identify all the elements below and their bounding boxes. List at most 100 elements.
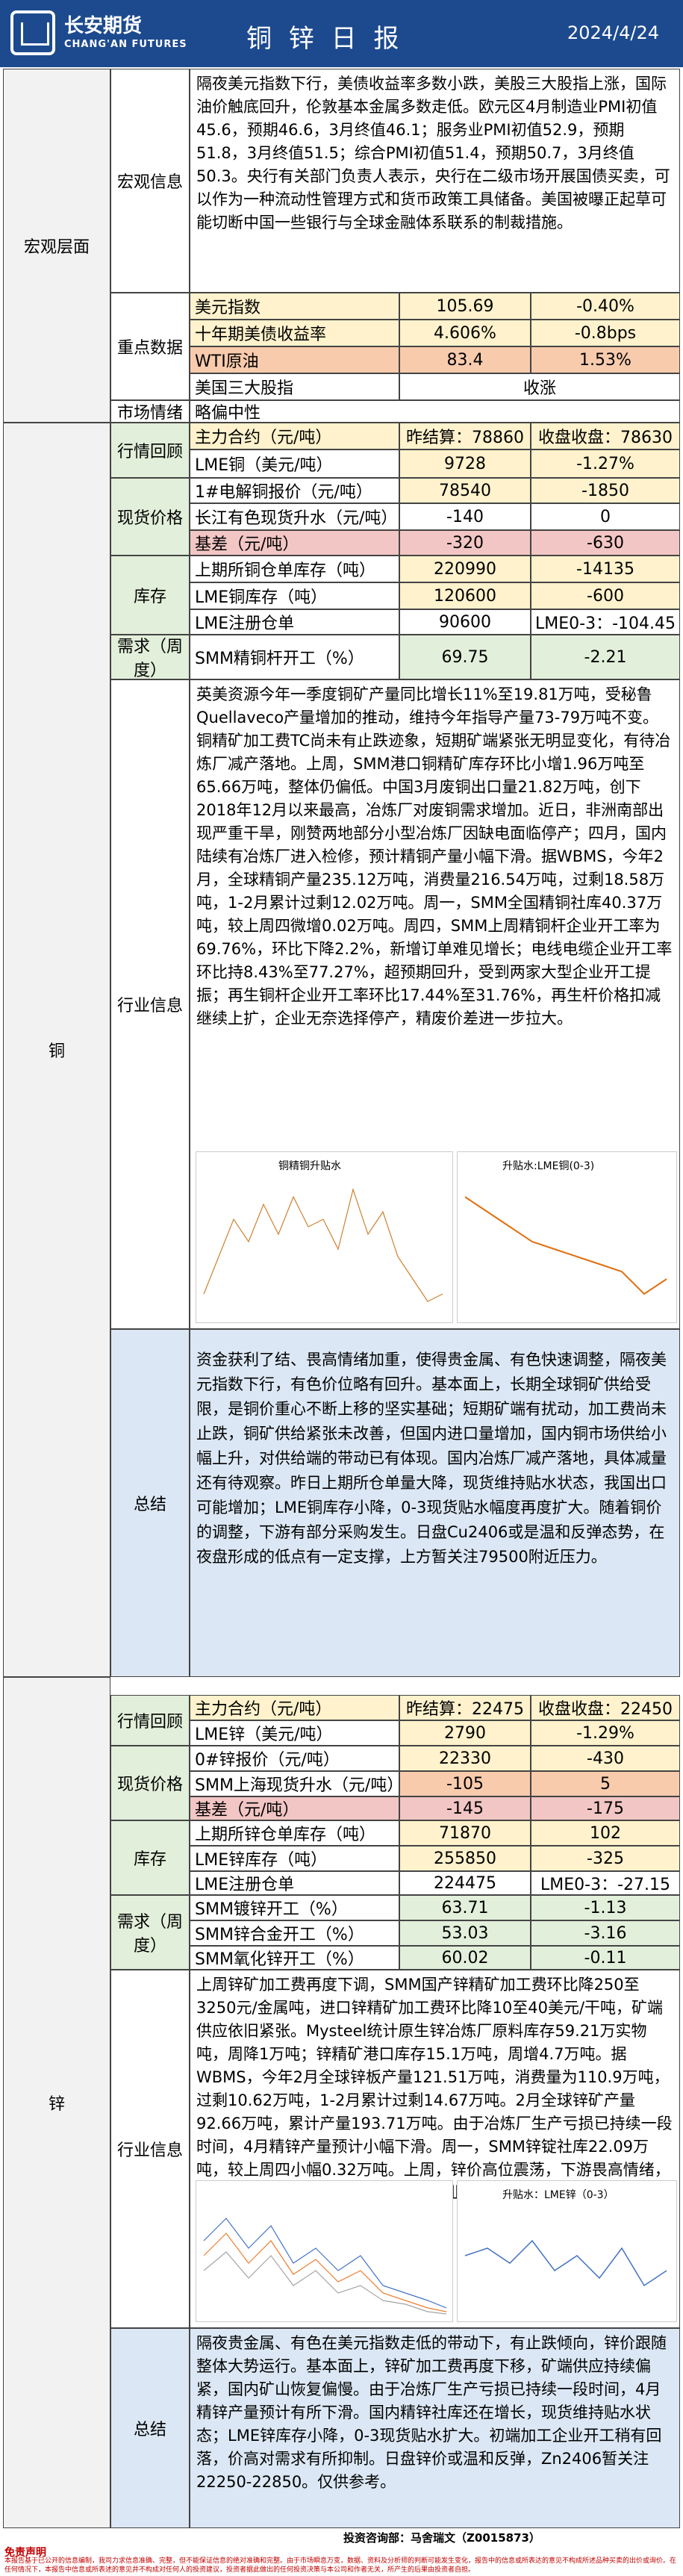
copper-close: 收盘收盘：78630: [531, 423, 680, 449]
zinc-industry-label: 行业信息: [110, 1970, 190, 2328]
zinc-stock-change: -325: [531, 1846, 680, 1871]
copper-chart-right-svg: [464, 1196, 667, 1295]
copper-yesterday-settle: 昨结算：78860: [399, 423, 531, 449]
zinc-demand-name: SMM锌合金开工（%）: [190, 1920, 399, 1946]
page-title: 铜 锌 日 报: [246, 24, 404, 54]
zinc-close: 收盘收盘：22450: [531, 1695, 680, 1720]
zinc-chart-right: 升贴水：LME锌（0-3）: [457, 2180, 677, 2322]
copper-lme-label: LME铜（美元/吨）: [190, 449, 399, 478]
zinc-demand-change: -1.13: [531, 1895, 680, 1920]
zinc-review-label: 行情回顾: [110, 1695, 190, 1746]
zinc-demand-label: 需求（周度）: [110, 1895, 190, 1970]
macro-row-name: 美元指数: [190, 293, 399, 320]
copper-demand-name: SMM精铜杆开工（%）: [190, 635, 399, 679]
copper-chart-left-svg: [203, 1187, 443, 1302]
zinc-demand-change: -3.16: [531, 1920, 680, 1946]
zinc-chart-left: [196, 2180, 453, 2322]
macro-row-change: -0.8bps: [531, 320, 680, 346]
macro-row-change: -0.40%: [531, 293, 680, 320]
copper-chart-right: 升贴水:LME铜(0-3): [457, 1151, 677, 1323]
macro-row-value: 83.4: [399, 346, 531, 373]
copper-main-contract: 主力合约（元/吨）: [190, 423, 399, 449]
zinc-chart-right-svg: [464, 2239, 667, 2287]
copper-review-label: 行情回顾: [110, 423, 190, 478]
copper-lme-change: -1.27%: [531, 449, 680, 478]
disclaimer-text: 本报告基于已公开的信息编制，我司力求信息准确、完整，但不能保证信息的绝对准确和完…: [4, 2557, 677, 2574]
copper-industry-label: 行业信息: [110, 679, 190, 1329]
chart-title: 升贴水：LME锌（0-3）: [502, 2189, 614, 2201]
copper-spot-label: 现货价格: [110, 478, 190, 556]
copper-chart-left: 铜精铜升贴水: [196, 1151, 453, 1323]
zinc-spot-label: 现货价格: [110, 1746, 190, 1820]
zinc-spot-value: 22330: [399, 1746, 531, 1771]
copper-stock-change: -600: [531, 582, 680, 609]
copper-basis-name: 基差（元/吨）: [190, 530, 399, 556]
sentiment-value: 略偏中性: [190, 400, 680, 423]
zinc-demand-name: SMM镀锌开工（%）: [190, 1895, 399, 1920]
macro-row-name: 十年期美债收益率: [190, 320, 399, 346]
zinc-spot-name: SMM上海现货升水（元/吨）: [190, 1771, 399, 1796]
macro-row-change: 1.53%: [531, 346, 680, 373]
zinc-stock-name: 上期所锌仓单库存（吨）: [190, 1820, 399, 1846]
copper-stock-value: 220990: [399, 556, 531, 582]
copper-basis-change: -630: [531, 530, 680, 556]
copper-demand-label: 需求（周度）: [110, 635, 190, 679]
copper-lme-value: 9728: [399, 449, 531, 478]
copper-stock-label: 库存: [110, 556, 190, 635]
copper-basis-value: -320: [399, 530, 531, 556]
zinc-demand-name: SMM氧化锌开工（%）: [190, 1946, 399, 1970]
copper-stock-change: LME0-3：-104.45: [531, 609, 680, 635]
zinc-yesterday-settle: 昨结算：22475: [399, 1695, 531, 1720]
macro-row-value: 105.69: [399, 293, 531, 320]
zinc-stock-value: 255850: [399, 1846, 531, 1871]
copper-spot-value: -140: [399, 503, 531, 530]
zinc-basis-name: 基差（元/吨）: [190, 1796, 399, 1820]
zinc-demand-value: 53.03: [399, 1920, 531, 1946]
section-copper: 铜: [3, 423, 110, 1677]
report-date: 2024/4/24: [567, 22, 660, 43]
zinc-lme-value: 2790: [399, 1720, 531, 1746]
copper-spot-change: 0: [531, 503, 680, 530]
zinc-stock-name: LME注册仓单: [190, 1871, 399, 1895]
macro-data-label: 重点数据: [110, 293, 190, 400]
zinc-stock-change: LME0-3：-27.15: [531, 1871, 680, 1895]
macro-row-change: 收涨: [399, 373, 680, 400]
zinc-lme-label: LME锌（美元/吨）: [190, 1720, 399, 1746]
copper-summary-text: 资金获利了结、畏高情绪加重，使得贵金属、有色快速调整，隔夜美元指数下行，有色价位…: [190, 1329, 680, 1677]
copper-demand-change: -2.21: [531, 635, 680, 679]
zinc-lme-change: -1.29%: [531, 1720, 680, 1746]
sentiment-label: 市场情绪: [110, 400, 190, 423]
zinc-spot-change: 5: [531, 1771, 680, 1796]
zinc-stock-name: LME锌库存（吨）: [190, 1846, 399, 1871]
copper-stock-name: LME铜库存（吨）: [190, 582, 399, 609]
company-logo-icon: [10, 10, 55, 55]
copper-stock-value: 120600: [399, 582, 531, 609]
zinc-spot-change: -430: [531, 1746, 680, 1771]
zinc-main-contract: 主力合约（元/吨）: [190, 1695, 399, 1720]
copper-stock-change: -14135: [531, 556, 680, 582]
zinc-stock-change: 102: [531, 1820, 680, 1846]
brand-english: CHANG'AN FUTURES: [64, 39, 187, 50]
zinc-stock-label: 库存: [110, 1820, 190, 1895]
copper-demand-value: 69.75: [399, 635, 531, 679]
copper-summary-label: 总结: [110, 1329, 190, 1677]
zinc-summary-label: 总结: [110, 2328, 190, 2528]
copper-spot-name: 长江有色现货升水（元/吨）: [190, 503, 399, 530]
copper-spot-name: 1#电解铜报价（元/吨）: [190, 478, 399, 503]
zinc-demand-value: 63.71: [399, 1895, 531, 1920]
section-zinc: 锌: [3, 1677, 110, 2528]
copper-stock-value: 90600: [399, 609, 531, 635]
copper-spot-value: 78540: [399, 478, 531, 503]
zinc-spot-name: 0#锌报价（元/吨）: [190, 1746, 399, 1771]
zinc-stock-value: 224475: [399, 1871, 531, 1895]
macro-row-name: WTI原油: [190, 346, 399, 373]
zinc-stock-value: 71870: [399, 1820, 531, 1846]
zinc-basis-value: -145: [399, 1796, 531, 1820]
zinc-spot-value: -105: [399, 1771, 531, 1796]
zinc-summary-text: 隔夜贵金属、有色在美元指数走低的带动下，有止跌倾向，锌价跟随整体大势运行。基本面…: [190, 2328, 680, 2528]
macro-row-name: 美国三大股指: [190, 373, 399, 400]
zinc-demand-change: -0.11: [531, 1946, 680, 1970]
section-macro: 宏观层面: [3, 69, 110, 423]
copper-stock-name: LME注册仓单: [190, 609, 399, 635]
brand-name: 长安期货: [64, 15, 143, 37]
